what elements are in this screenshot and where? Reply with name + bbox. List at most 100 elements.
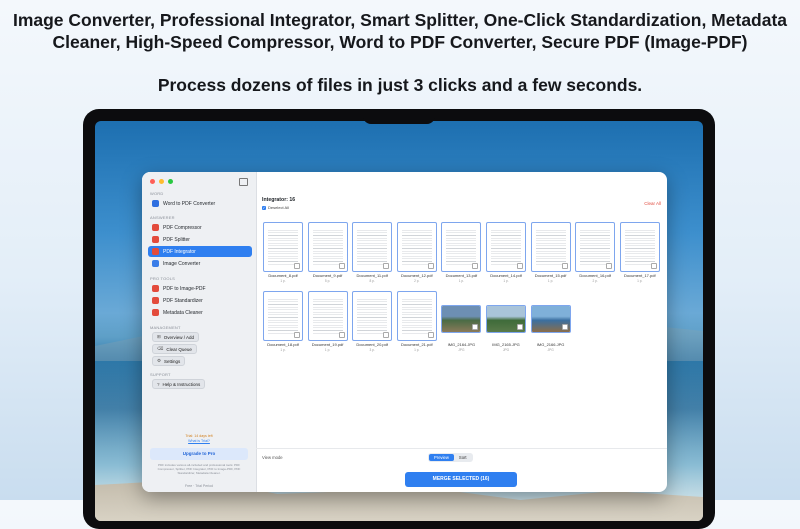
thumbnail-checkbox[interactable] — [561, 263, 568, 269]
file-thumbnail[interactable]: Document_19.pdf 1 p. — [307, 291, 349, 354]
sidebar-item-word-to-pdf-converter[interactable]: Word to PDF Converter — [148, 198, 252, 209]
settings-button[interactable]: ⚙ Settings — [152, 356, 186, 366]
sidebar-item-pdf-standardizer[interactable]: PDF Standardizer — [148, 295, 252, 306]
deselect-all-label: Deselect All — [268, 205, 289, 210]
sidebar-item-pdf-to-image-pdf[interactable]: PDF to Image-PDF — [148, 283, 252, 294]
sidebar-item-label: Word to PDF Converter — [163, 200, 216, 207]
thumbnail-checkbox[interactable] — [427, 263, 434, 269]
file-thumbnail[interactable]: Document_15.pdf 1 p. — [530, 222, 572, 285]
minimize-window-button[interactable] — [159, 179, 164, 184]
file-thumbnail[interactable]: Document_9.pdf 5 p. — [307, 222, 349, 285]
thumbnail-checkbox[interactable] — [383, 263, 390, 269]
file-thumbnail[interactable]: Document_14.pdf 1 p. — [486, 222, 527, 285]
file-thumbnail[interactable]: IMG_2166.JPG JPG — [530, 291, 572, 354]
thumbnail-checkbox[interactable] — [472, 324, 479, 330]
file-name: IMG_2165.JPG — [492, 342, 520, 347]
hero-headline-line1: Image Converter, Professional Integrator… — [12, 10, 788, 30]
camera-notch — [363, 109, 435, 124]
help-instructions-label: Help & Instructions — [162, 381, 201, 387]
thumbnail-checkbox[interactable] — [294, 332, 300, 338]
thumbnail-checkbox[interactable] — [294, 263, 300, 269]
file-thumbnail[interactable]: Document_13.pdf 1 p. — [441, 222, 482, 285]
document-page-lines — [401, 297, 432, 335]
file-meta: 1 p. — [547, 279, 554, 283]
document-page-lines — [312, 297, 343, 335]
word-doc-icon — [152, 200, 159, 207]
view-mode-segmented-control: Preview Sort — [428, 453, 473, 462]
document-preview — [441, 222, 482, 272]
document-page-lines — [357, 228, 388, 266]
sidebar-section-label: Support — [150, 372, 171, 377]
merge-icon — [152, 248, 159, 255]
sidebar-item-label: PDF Integrator — [163, 248, 196, 255]
file-meta: 2 p. — [592, 279, 598, 283]
file-thumbnail[interactable]: IMG_2164.JPG JPG — [441, 291, 482, 354]
file-thumbnail[interactable]: Document_16.pdf 2 p. — [575, 222, 616, 285]
merge-selected-button[interactable]: MERGE SELECTED (16) — [405, 472, 517, 487]
thumbnail-checkbox[interactable] — [517, 263, 523, 269]
sidebar-item-pdf-integrator[interactable]: PDF Integrator — [148, 246, 252, 257]
trial-info-link[interactable]: What is Trial? — [188, 439, 210, 443]
file-thumbnail[interactable]: Document_20.pdf 3 p. — [352, 291, 393, 354]
thumbnail-checkbox[interactable] — [338, 263, 345, 269]
file-meta: 1 p. — [280, 279, 286, 283]
thumbnail-checkbox[interactable] — [427, 332, 434, 338]
thumbnail-checkbox[interactable] — [606, 263, 613, 269]
hero-headline-line2: Cleaner, High-Speed Compressor, Word to … — [52, 32, 748, 52]
sidebar-item-image-converter[interactable]: Image Converter — [148, 258, 252, 269]
thumbnail-checkbox[interactable] — [383, 332, 390, 338]
document-page-lines — [491, 228, 521, 266]
help-instructions-button[interactable]: ? Help & Instructions — [152, 379, 206, 389]
file-thumbnail[interactable]: Document_18.pdf 1 p. — [263, 291, 304, 354]
thumbnail-checkbox[interactable] — [517, 324, 523, 330]
document-preview — [486, 222, 526, 272]
file-meta: 8 p. — [369, 279, 375, 283]
sidebar-fine-print: PDF includes various all-included and pr… — [157, 463, 241, 475]
settings-label: Settings — [164, 358, 181, 364]
file-name: IMG_2166.JPG — [536, 342, 565, 347]
sidebar-section-label: ANSWERER — [150, 215, 175, 220]
file-meta: 3 p. — [369, 348, 375, 352]
sidebar-item-label: Image Converter — [163, 260, 201, 267]
thumbnail-checkbox[interactable] — [338, 332, 345, 338]
file-meta: 1 p. — [324, 348, 331, 352]
zoom-window-button[interactable] — [168, 179, 173, 184]
thumbnail-checkbox[interactable] — [561, 324, 568, 330]
overview-add-button[interactable]: ⊞ Overview / Add — [152, 332, 200, 342]
trash-icon: ⌫ — [157, 346, 164, 351]
file-thumbnail[interactable]: Document_11.pdf 8 p. — [352, 222, 393, 285]
photo-preview — [486, 305, 526, 333]
sidebar-item-pdf-splitter[interactable]: PDF Splitter — [148, 234, 252, 245]
sidebar-item-metadata-cleaner[interactable]: Metadata Cleaner — [148, 307, 252, 318]
file-thumbnail[interactable]: Document_21.pdf 1 p. — [396, 291, 438, 354]
document-preview — [263, 222, 303, 272]
file-thumbnail[interactable]: Document_17.pdf 1 p. — [619, 222, 661, 285]
clear-all-button[interactable]: Clear All — [644, 201, 661, 206]
image-icon — [152, 260, 159, 267]
thumbnail-checkbox[interactable] — [472, 263, 479, 269]
view-mode-preview-tab[interactable]: Preview — [429, 454, 454, 461]
file-meta: 1 p. — [414, 348, 420, 352]
upgrade-to-pro-button[interactable]: Upgrade to Pro — [150, 448, 248, 460]
close-window-button[interactable] — [150, 179, 155, 184]
thumbnail-checkbox[interactable] — [650, 263, 657, 269]
document-page-lines — [535, 228, 566, 266]
clear-queue-button[interactable]: ⌫ Clear Queue — [152, 344, 197, 354]
checkbox-icon: ✓ — [262, 205, 266, 210]
file-meta: 1 p. — [458, 279, 465, 283]
split-icon — [152, 236, 159, 243]
overview-icon: ⊞ — [157, 334, 161, 339]
file-meta: 1 p. — [280, 348, 286, 352]
gear-icon: ⚙ — [157, 358, 162, 363]
file-thumbnail[interactable]: IMG_2165.JPG JPG — [486, 291, 527, 354]
view-mode-sort-tab[interactable]: Sort — [454, 454, 472, 461]
file-thumbnail[interactable]: Document_12.pdf 2 p. — [396, 222, 438, 285]
file-thumbnail[interactable]: Document_8.pdf 1 p. — [263, 222, 304, 285]
sidebar-toggle-icon[interactable] — [239, 178, 248, 186]
deselect-all-toggle[interactable]: ✓ Deselect All — [262, 205, 289, 210]
document-preview — [352, 222, 393, 272]
file-name: Document_13.pdf — [445, 273, 478, 278]
sidebar-section-label: PRO TOOLS — [150, 276, 175, 281]
sidebar-item-pdf-compressor[interactable]: PDF Compressor — [148, 222, 252, 233]
document-preview — [352, 291, 393, 341]
